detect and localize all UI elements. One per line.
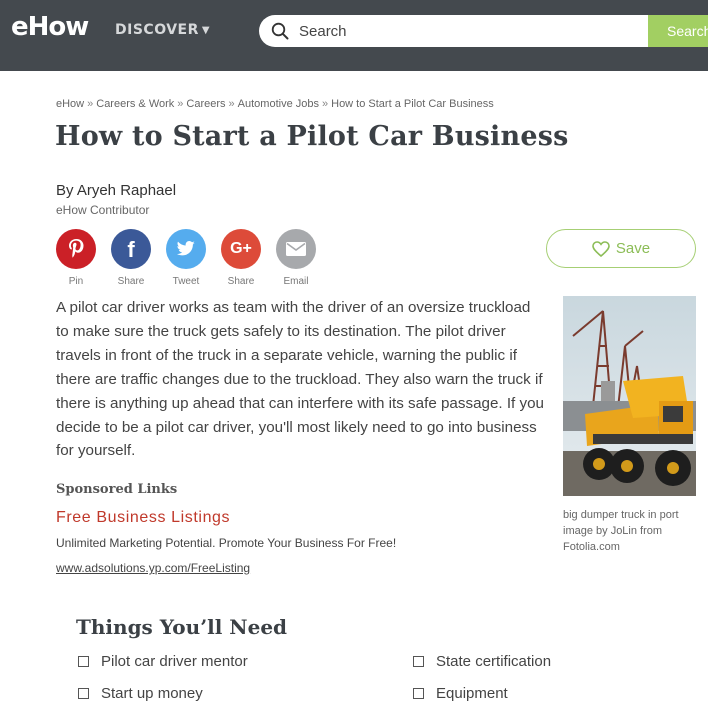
list-item: State certification xyxy=(413,653,551,670)
breadcrumb-item[interactable]: How to Start a Pilot Car Business xyxy=(331,98,494,110)
facebook-share-button[interactable]: f Share xyxy=(111,229,151,287)
search-box xyxy=(259,15,659,47)
author-role: eHow Contributor xyxy=(56,203,150,217)
caret-down-icon: ▼ xyxy=(201,25,211,36)
list-item-label: Pilot car driver mentor xyxy=(101,653,248,670)
things-needed-heading: Things You’ll Need xyxy=(76,615,288,639)
social-label: Share xyxy=(227,276,255,287)
pin-button[interactable]: Pin xyxy=(56,229,96,287)
search-icon xyxy=(271,22,289,40)
list-item-label: Start up money xyxy=(101,685,203,702)
sponsored-links-heading: Sponsored Links xyxy=(56,482,178,497)
list-item-label: Equipment xyxy=(436,685,508,702)
article-title: How to Start a Pilot Car Business xyxy=(55,121,569,152)
facebook-icon: f xyxy=(111,229,151,269)
ad-description: Unlimited Marketing Potential. Promote Y… xyxy=(56,536,397,550)
heart-icon xyxy=(592,240,610,257)
breadcrumb: eHow» Careers & Work» Careers» Automotive J… xyxy=(56,98,494,110)
google-plus-share-button[interactable]: G+ Share xyxy=(221,229,261,287)
email-icon xyxy=(276,229,316,269)
tweet-button[interactable]: Tweet xyxy=(166,229,206,287)
checkbox-icon xyxy=(78,656,89,667)
ad-url-link[interactable]: www.adsolutions.yp.com/FreeListing xyxy=(56,561,250,575)
list-item: Start up money xyxy=(78,685,203,702)
list-item-label: State certification xyxy=(436,653,552,670)
article-intro: A pilot car driver works as team with th… xyxy=(56,299,544,460)
author-name[interactable]: By Aryeh Raphael xyxy=(56,182,176,199)
search-button[interactable]: Search xyxy=(648,15,708,47)
discover-label: DISCOVER xyxy=(115,22,199,38)
ehow-logo[interactable]: eHow xyxy=(11,12,89,42)
discover-menu[interactable]: DISCOVER ▼ xyxy=(115,22,210,38)
checkbox-icon xyxy=(413,656,424,667)
social-label: Share xyxy=(117,276,145,287)
breadcrumb-item[interactable]: eHow xyxy=(56,98,84,110)
list-item: Equipment xyxy=(413,685,508,702)
list-item: Pilot car driver mentor xyxy=(78,653,248,670)
search-input[interactable] xyxy=(299,21,639,41)
pinterest-icon xyxy=(56,229,96,269)
social-label: Tweet xyxy=(172,276,200,287)
breadcrumb-item[interactable]: Automotive Jobs xyxy=(238,98,319,110)
checkbox-icon xyxy=(78,688,89,699)
social-label: Email xyxy=(283,276,309,287)
breadcrumb-item[interactable]: Careers xyxy=(186,98,225,110)
checkbox-icon xyxy=(413,688,424,699)
breadcrumb-item[interactable]: Careers & Work xyxy=(96,98,174,110)
social-label: Pin xyxy=(68,276,84,287)
save-button[interactable]: Save xyxy=(546,229,696,268)
twitter-icon xyxy=(166,229,206,269)
image-caption: big dumper truck in port image by JoLin … xyxy=(563,509,679,553)
google-plus-icon: G+ xyxy=(221,229,261,269)
ad-title-link[interactable]: Free Business Listings xyxy=(56,509,230,527)
save-label: Save xyxy=(615,240,651,257)
top-navigation-bar: eHow DISCOVER ▼ Search xyxy=(0,0,708,71)
dumper-truck-image xyxy=(563,296,696,496)
email-button[interactable]: Email xyxy=(276,229,316,287)
